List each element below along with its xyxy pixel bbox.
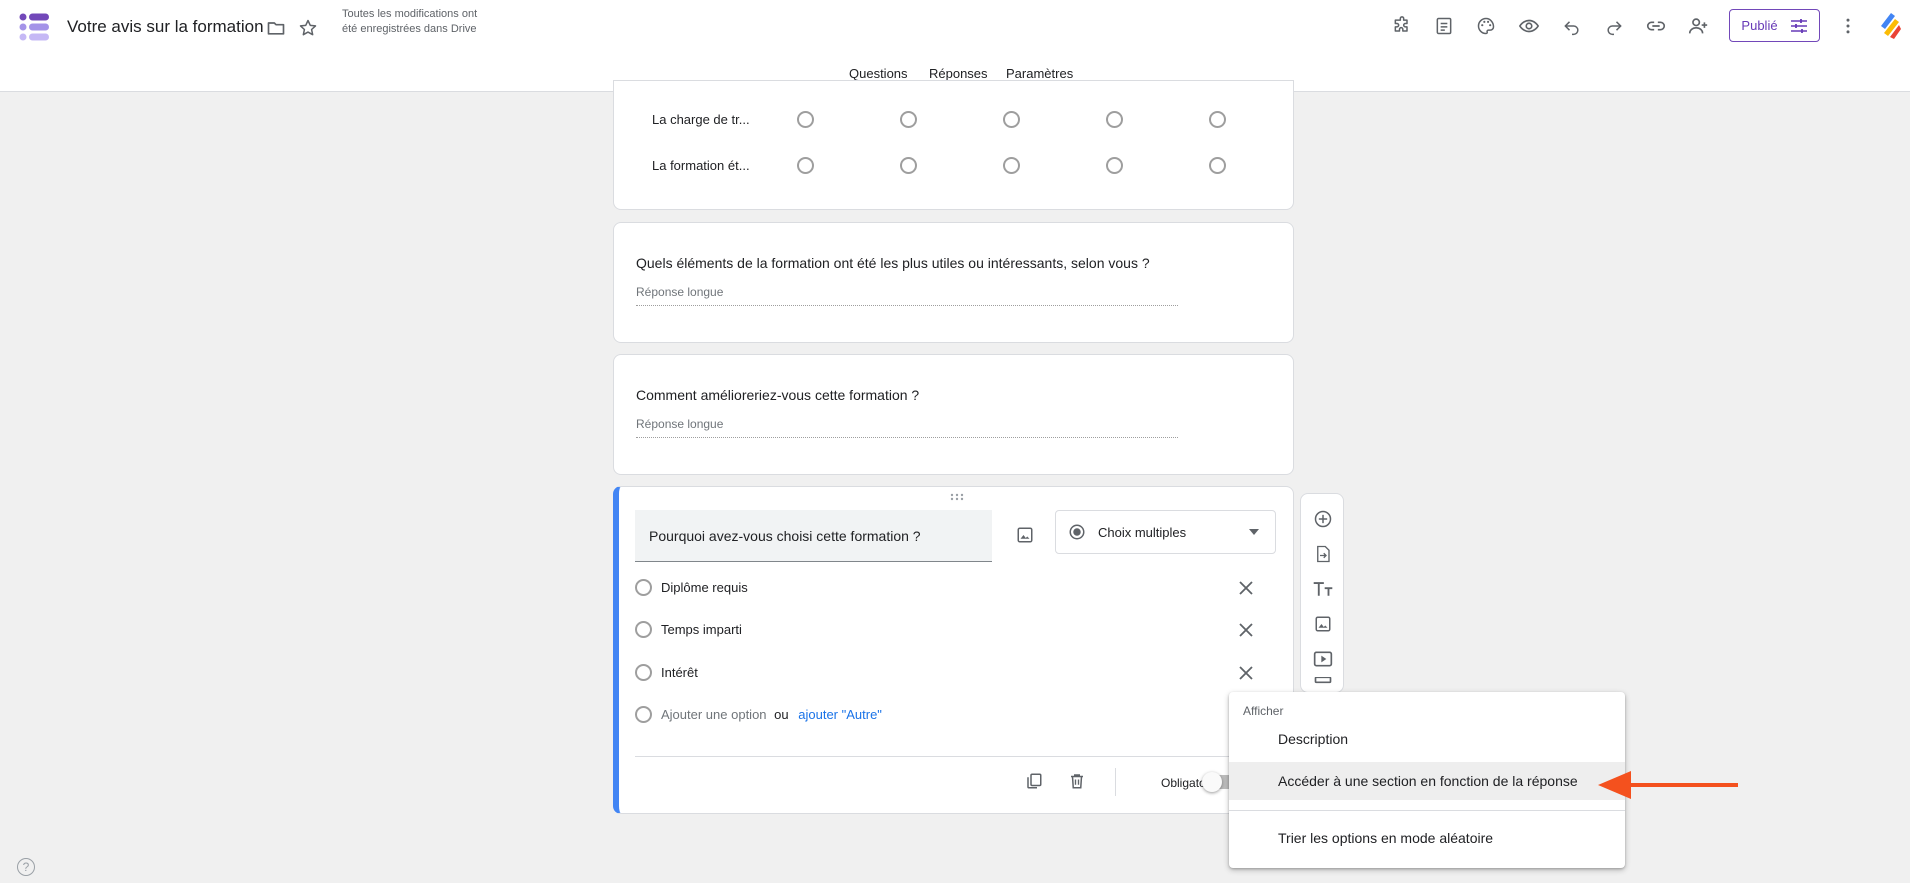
menu-item-description[interactable]: Description xyxy=(1229,720,1625,758)
long-answer-placeholder: Réponse longue xyxy=(636,285,1178,306)
active-question-card[interactable]: Pourquoi avez-vous choisi cette formatio… xyxy=(613,486,1294,814)
grid-radio[interactable] xyxy=(1209,157,1226,174)
palette-icon[interactable] xyxy=(1474,14,1498,38)
grid-radio[interactable] xyxy=(900,157,917,174)
grid-radio[interactable] xyxy=(1003,111,1020,128)
add-image-icon[interactable] xyxy=(1311,612,1335,636)
grid-question-card[interactable]: La charge de tr... La formation ét... xyxy=(613,80,1294,210)
menu-header: Afficher xyxy=(1243,704,1284,718)
question-type-select[interactable]: Choix multiples xyxy=(1055,510,1276,554)
import-questions-icon[interactable] xyxy=(1311,542,1335,566)
remove-option-icon[interactable] xyxy=(1235,619,1257,641)
help-icon[interactable]: ? xyxy=(17,858,35,876)
duplicate-icon[interactable] xyxy=(1022,769,1046,793)
question-title-input[interactable]: Pourquoi avez-vous choisi cette formatio… xyxy=(635,510,992,562)
option-label[interactable]: Diplôme requis xyxy=(661,580,748,595)
grid-radio[interactable] xyxy=(1003,157,1020,174)
option-radio xyxy=(635,621,652,638)
form-title[interactable]: Votre avis sur la formation xyxy=(67,17,264,37)
or-text: ou xyxy=(774,707,789,722)
add-collaborator-icon[interactable] xyxy=(1686,14,1710,38)
grid-radio[interactable] xyxy=(797,111,814,128)
menu-item-shuffle-options[interactable]: Trier les options en mode aléatoire xyxy=(1229,819,1625,857)
grid-row-label: La formation ét... xyxy=(652,158,750,173)
option-label[interactable]: Intérêt xyxy=(661,665,698,680)
option-radio xyxy=(635,579,652,596)
long-answer-placeholder: Réponse longue xyxy=(636,417,1178,438)
question-card[interactable]: Quels éléments de la formation ont été l… xyxy=(613,222,1294,343)
menu-divider xyxy=(1229,810,1625,811)
redo-icon[interactable] xyxy=(1602,14,1626,38)
add-video-icon[interactable] xyxy=(1311,647,1335,671)
option-radio xyxy=(635,664,652,681)
tab-questions[interactable]: Questions xyxy=(849,66,908,81)
footer-separator xyxy=(1115,768,1116,796)
publish-label: Publié xyxy=(1741,18,1778,33)
drag-handle-icon[interactable] xyxy=(950,493,964,501)
account-avatar-icon[interactable] xyxy=(1877,12,1903,40)
save-status: Toutes les modifications ont été enregis… xyxy=(342,8,478,35)
app-header: Votre avis sur la formation Toutes les m… xyxy=(0,0,1910,92)
question-card[interactable]: Comment amélioreriez-vous cette formatio… xyxy=(613,354,1294,475)
option-radio xyxy=(635,706,652,723)
grid-row-label: La charge de tr... xyxy=(652,112,750,127)
grid-radio[interactable] xyxy=(1209,111,1226,128)
floating-toolbar xyxy=(1300,493,1344,693)
option-row: Temps imparti xyxy=(635,619,1265,641)
question-title: Comment amélioreriez-vous cette formatio… xyxy=(636,387,920,403)
delete-icon[interactable] xyxy=(1065,769,1089,793)
add-option-group: Ajouter une option ou ajouter "Autre" xyxy=(661,707,882,722)
grid-radio[interactable] xyxy=(1106,157,1123,174)
menu-item-go-to-section[interactable]: Accéder à une section en fonction de la … xyxy=(1229,762,1625,800)
grid-radio[interactable] xyxy=(900,111,917,128)
grid-radio[interactable] xyxy=(797,157,814,174)
option-row: Intérêt xyxy=(635,662,1265,684)
toggle-knob xyxy=(1202,772,1222,792)
add-image-icon[interactable] xyxy=(1013,523,1037,547)
tab-settings[interactable]: Paramètres xyxy=(1006,66,1073,81)
question-title: Quels éléments de la formation ont été l… xyxy=(636,255,1150,271)
add-question-icon[interactable] xyxy=(1311,507,1335,531)
options-menu: Afficher Description Accéder à une secti… xyxy=(1229,692,1625,868)
annotation-arrow-icon xyxy=(1598,771,1738,799)
move-to-folder-icon[interactable] xyxy=(264,16,288,40)
addons-icon[interactable] xyxy=(1390,14,1414,38)
option-label[interactable]: Temps imparti xyxy=(661,622,742,637)
tab-responses[interactable]: Réponses xyxy=(929,66,988,81)
more-vert-icon[interactable] xyxy=(1836,14,1860,38)
quiz-icon[interactable] xyxy=(1432,14,1456,38)
add-other-link[interactable]: ajouter "Autre" xyxy=(798,707,882,722)
add-option-link[interactable]: Ajouter une option xyxy=(661,707,767,722)
option-row: Diplôme requis xyxy=(635,577,1265,599)
footer-divider xyxy=(635,756,1275,757)
remove-option-icon[interactable] xyxy=(1235,662,1257,684)
forms-logo-icon[interactable] xyxy=(18,12,50,42)
add-section-icon[interactable] xyxy=(1311,677,1335,691)
publish-settings-icon xyxy=(1790,18,1807,33)
question-type-label: Choix multiples xyxy=(1098,524,1187,540)
undo-icon[interactable] xyxy=(1560,14,1584,38)
add-option-row: Ajouter une option ou ajouter "Autre" xyxy=(635,704,1265,726)
publish-button[interactable]: Publié xyxy=(1729,9,1820,42)
dropdown-arrow-icon xyxy=(1249,529,1259,535)
link-icon[interactable] xyxy=(1644,14,1668,38)
preview-eye-icon[interactable] xyxy=(1517,14,1541,38)
radio-checked-icon xyxy=(1069,524,1085,540)
add-title-icon[interactable] xyxy=(1311,577,1335,601)
star-icon[interactable] xyxy=(296,16,320,40)
grid-radio[interactable] xyxy=(1106,111,1123,128)
remove-option-icon[interactable] xyxy=(1235,577,1257,599)
